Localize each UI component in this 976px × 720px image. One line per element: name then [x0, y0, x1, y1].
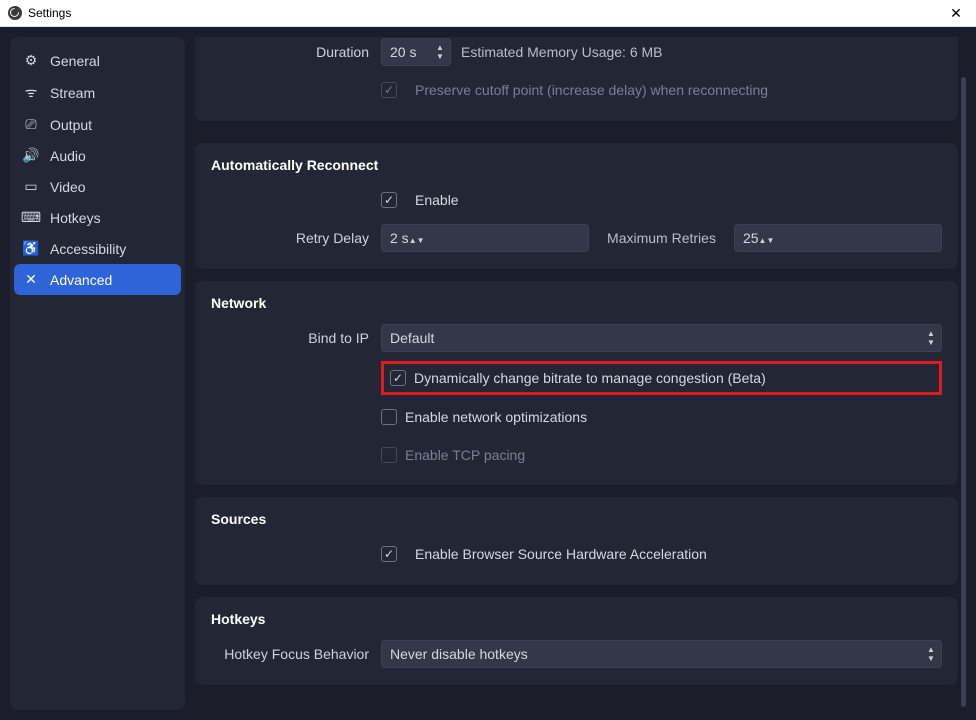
sidebar-item-general[interactable]: ⚙ General — [10, 45, 185, 76]
preserve-cutoff-label: Preserve cutoff point (increase delay) w… — [415, 82, 768, 98]
sidebar-item-accessibility[interactable]: ♿ Accessibility — [10, 233, 185, 264]
app-icon — [8, 6, 22, 20]
sidebar-item-label: Audio — [50, 148, 86, 164]
tools-icon: ✕ — [22, 271, 40, 288]
network-group: Network Bind to IP Default ▲▼ Dyna — [195, 281, 958, 485]
settings-content: Duration 20 s ▲▼ Estimated Memory Usage:… — [185, 37, 966, 710]
dynamic-bitrate-checkbox[interactable] — [390, 370, 406, 386]
reconnect-enable-checkbox[interactable] — [381, 192, 397, 208]
max-retries-input[interactable]: 25 ▲▼ — [734, 224, 942, 252]
sidebar-item-audio[interactable]: 🔊 Audio — [10, 140, 185, 171]
sidebar-item-video[interactable]: ▭ Video — [10, 171, 185, 202]
browser-hw-label: Enable Browser Source Hardware Accelerat… — [415, 546, 707, 562]
scrollbar-thumb[interactable] — [961, 77, 966, 707]
sidebar-item-label: Advanced — [50, 272, 112, 288]
sidebar-item-hotkeys[interactable]: ⌨ Hotkeys — [10, 202, 185, 233]
duration-input[interactable]: 20 s ▲▼ — [381, 38, 451, 66]
tcp-pacing-label: Enable TCP pacing — [405, 447, 525, 463]
sources-title: Sources — [211, 511, 942, 527]
retry-delay-value: 2 s — [390, 230, 409, 246]
bind-ip-select[interactable]: Default ▲▼ — [381, 324, 942, 352]
duration-value: 20 s — [390, 44, 416, 60]
sidebar-item-label: Accessibility — [50, 241, 126, 257]
auto-reconnect-group: Automatically Reconnect Enable Retry Del… — [195, 143, 958, 269]
title-bar: Settings ✕ — [0, 0, 976, 27]
gear-icon: ⚙ — [22, 52, 40, 69]
hotkey-focus-select[interactable]: Never disable hotkeys ▲▼ — [381, 640, 942, 668]
hotkeys-group: Hotkeys Hotkey Focus Behavior Never disa… — [195, 597, 958, 685]
hotkey-focus-label: Hotkey Focus Behavior — [211, 646, 381, 662]
bind-ip-label: Bind to IP — [211, 330, 381, 346]
close-button[interactable]: ✕ — [944, 3, 968, 23]
sidebar-item-label: Video — [50, 179, 86, 195]
monitor-icon: ▭ — [22, 178, 40, 195]
select-caret-icon: ▲▼ — [924, 644, 938, 664]
window-title: Settings — [28, 6, 71, 20]
sidebar-item-label: Stream — [50, 85, 95, 101]
sidebar-item-label: Hotkeys — [50, 210, 101, 226]
output-icon: ⎚ — [22, 116, 40, 133]
stream-delay-group: Duration 20 s ▲▼ Estimated Memory Usage:… — [195, 37, 958, 121]
browser-hw-checkbox[interactable] — [381, 546, 397, 562]
dynamic-bitrate-highlight: Dynamically change bitrate to manage con… — [381, 361, 942, 395]
sidebar-item-stream[interactable]: ᯤ Stream — [10, 76, 185, 109]
dynamic-bitrate-label: Dynamically change bitrate to manage con… — [414, 370, 766, 386]
keyboard-icon: ⌨ — [22, 209, 40, 226]
network-title: Network — [211, 295, 942, 311]
select-caret-icon: ▲▼ — [924, 328, 938, 348]
memory-estimate-text: Estimated Memory Usage: 6 MB — [461, 44, 663, 60]
preserve-cutoff-checkbox — [381, 82, 397, 98]
settings-sidebar: ⚙ General ᯤ Stream ⎚ Output 🔊 Audio ▭ Vi… — [10, 37, 185, 710]
retry-delay-input[interactable]: 2 s ▲▼ — [381, 224, 589, 252]
speaker-icon: 🔊 — [22, 147, 40, 164]
duration-label: Duration — [211, 44, 381, 60]
retry-delay-stepper[interactable]: ▲▼ — [409, 230, 425, 246]
sidebar-item-output[interactable]: ⎚ Output — [10, 109, 185, 140]
reconnect-enable-label: Enable — [415, 192, 459, 208]
retry-delay-label: Retry Delay — [211, 230, 381, 246]
hotkey-focus-value: Never disable hotkeys — [390, 646, 528, 662]
sidebar-item-advanced[interactable]: ✕ Advanced — [14, 264, 181, 295]
tcp-pacing-checkbox — [381, 447, 397, 463]
sidebar-item-label: General — [50, 53, 100, 69]
sidebar-item-label: Output — [50, 117, 92, 133]
accessibility-icon: ♿ — [22, 240, 40, 257]
network-optimizations-checkbox[interactable] — [381, 409, 397, 425]
sources-group: Sources Enable Browser Source Hardware A… — [195, 497, 958, 585]
duration-stepper[interactable]: ▲▼ — [433, 42, 447, 62]
bind-ip-value: Default — [390, 330, 434, 346]
hotkeys-title: Hotkeys — [211, 611, 942, 627]
auto-reconnect-title: Automatically Reconnect — [211, 157, 942, 173]
max-retries-label: Maximum Retries — [599, 230, 724, 246]
max-retries-value: 25 — [743, 230, 759, 246]
max-retries-stepper[interactable]: ▲▼ — [759, 230, 775, 246]
network-optimizations-label: Enable network optimizations — [405, 409, 587, 425]
app-body: ⚙ General ᯤ Stream ⎚ Output 🔊 Audio ▭ Vi… — [0, 27, 976, 720]
antenna-icon: ᯤ — [22, 83, 40, 102]
